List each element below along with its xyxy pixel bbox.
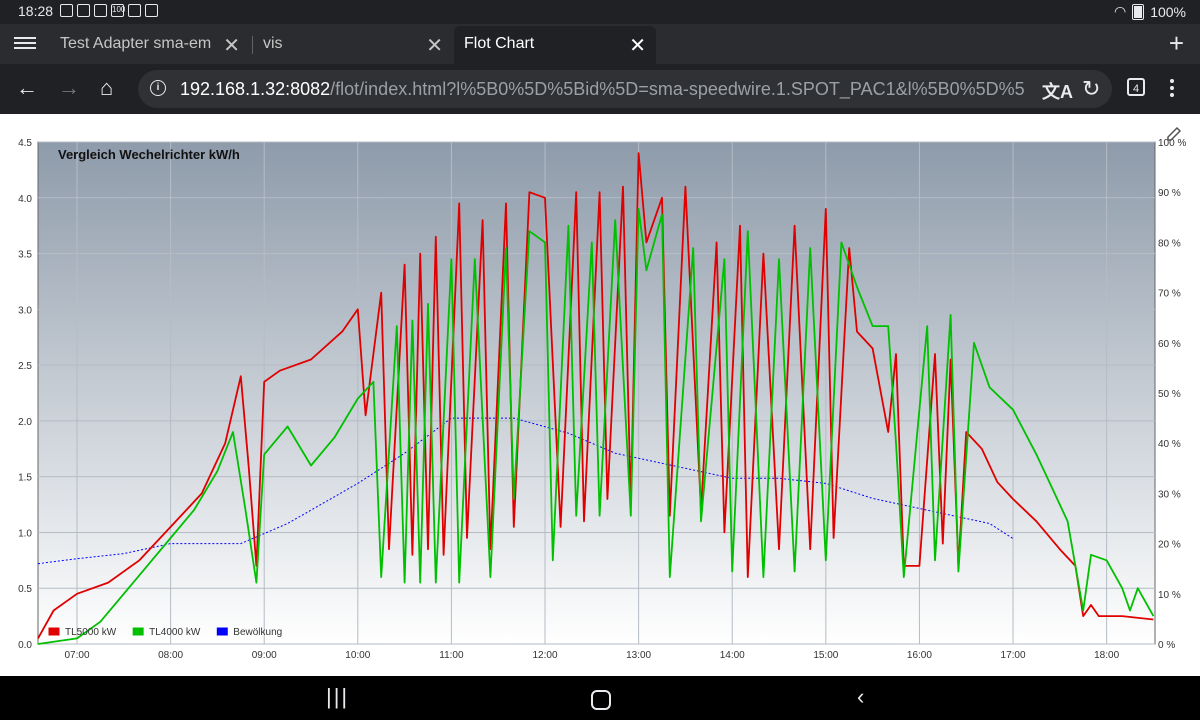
browser-toolbar: ← → ⌂ i 192.168.1.32:8082/flot/index.htm… — [0, 64, 1200, 114]
y2-tick-label: 40 % — [1158, 439, 1181, 450]
address-bar[interactable]: i 192.168.1.32:8082/flot/index.html?l%5B… — [138, 70, 1112, 108]
notification-icon — [77, 4, 90, 17]
status-time: 18:28 — [18, 3, 54, 19]
android-nav-bar: ||| ‹ — [0, 676, 1200, 720]
notification-icon: 100 — [111, 4, 125, 17]
back-nav-icon[interactable]: ‹ — [857, 684, 864, 710]
menu-icon[interactable] — [14, 34, 36, 54]
more-menu-icon[interactable] — [1170, 79, 1174, 100]
notification-icon — [60, 4, 73, 17]
back-icon[interactable]: ← — [16, 75, 38, 101]
tab-switcher-button[interactable]: 4 — [1127, 78, 1145, 96]
tab-label: Flot Chart — [464, 35, 535, 52]
x-tick-label: 15:00 — [813, 650, 838, 661]
y2-tick-label: 20 % — [1158, 540, 1181, 551]
left-axis: 0.0 0.5 1.0 1.5 2.0 2.5 3.0 3.5 4.0 4.5 — [18, 138, 32, 651]
y2-tick-label: 70 % — [1158, 289, 1181, 300]
y-tick-label: 2.5 — [18, 361, 32, 372]
y-tick-label: 2.0 — [18, 417, 32, 428]
tab-label: Test Adapter sma-em — [60, 35, 212, 52]
y2-tick-label: 30 % — [1158, 489, 1181, 500]
right-axis: 0 %10 %20 %30 %40 %50 %60 %70 %80 %90 %1… — [1158, 138, 1186, 651]
battery-percent: 100% — [1150, 3, 1186, 20]
x-tick-label: 07:00 — [64, 650, 89, 661]
y2-tick-label: 50 % — [1158, 389, 1181, 400]
legend-swatch — [47, 626, 61, 637]
wifi-icon: ◠ — [1113, 3, 1127, 19]
y-tick-label: 4.0 — [18, 194, 32, 205]
x-tick-label: 10:00 — [345, 650, 370, 661]
y2-tick-label: 10 % — [1158, 590, 1181, 601]
x-tick-label: 09:00 — [252, 650, 277, 661]
new-tab-icon[interactable]: + — [1169, 28, 1184, 59]
x-tick-label: 14:00 — [720, 650, 745, 661]
y2-tick-label: 0 % — [1158, 640, 1175, 651]
legend-swatch — [131, 626, 145, 637]
forward-icon[interactable]: → — [58, 75, 80, 101]
flot-chart: 0.0 0.5 1.0 1.5 2.0 2.5 3.0 3.5 4.0 4.5 0 % 10 % 20… — [18, 126, 1186, 661]
chart-title: Vergleich Wechelrichter kW/h — [58, 147, 240, 162]
close-icon[interactable]: ✕ — [426, 33, 443, 58]
battery-icon — [1132, 3, 1145, 20]
y-tick-label: 0.0 — [18, 640, 32, 651]
legend-label: TL5000 kW — [65, 627, 117, 638]
home-nav-icon[interactable] — [591, 690, 611, 710]
y2-tick-label: 60 % — [1158, 339, 1181, 350]
notification-icon — [128, 4, 141, 17]
url-text[interactable]: 192.168.1.32:8082/flot/index.html?l%5B0%… — [180, 79, 1032, 100]
x-axis: 07:00 08:00 09:00 10:00 11:00 12:00 13:00 14:00… — [64, 650, 1119, 661]
y2-tick-label: 90 % — [1158, 188, 1181, 199]
home-icon[interactable]: ⌂ — [100, 75, 113, 101]
legend-label: TL4000 kW — [149, 627, 201, 638]
x-tick-label: 17:00 — [1001, 650, 1026, 661]
x-tick-label: 13:00 — [626, 650, 651, 661]
x-tick-label: 11:00 — [439, 650, 464, 661]
y-tick-label: 1.0 — [18, 528, 32, 539]
notification-icons: 100 — [60, 4, 158, 17]
info-icon[interactable]: i — [150, 80, 166, 96]
x-tick-label: 16:00 — [907, 650, 932, 661]
status-bar: 18:28 100 ◠ 100% — [0, 0, 1200, 24]
recent-apps-icon[interactable]: ||| — [326, 684, 349, 710]
tab-flot-chart[interactable]: Flot Chart ✕ — [454, 26, 656, 64]
notification-icon — [94, 4, 107, 17]
chart-legend: TL5000 kW TL4000 kW Bewölkung — [47, 626, 282, 638]
tab-label: vis — [263, 35, 283, 52]
y-tick-label: 4.5 — [18, 138, 32, 149]
page-content: 0.0 0.5 1.0 1.5 2.0 2.5 3.0 3.5 4.0 4.5 0 % 10 % 20… — [0, 114, 1200, 676]
tab-vis[interactable]: vis ✕ — [253, 26, 453, 64]
y2-tick-label: 80 % — [1158, 238, 1181, 249]
y-tick-label: 3.0 — [18, 305, 32, 316]
x-tick-label: 08:00 — [158, 650, 183, 661]
legend-label: Bewölkung — [233, 627, 282, 638]
y-tick-label: 0.5 — [18, 584, 32, 595]
close-icon[interactable]: ✕ — [629, 33, 646, 58]
close-icon[interactable]: ✕ — [223, 33, 240, 58]
tab-test-adapter[interactable]: Test Adapter sma-em ✕ — [50, 26, 250, 64]
y-tick-label: 3.5 — [18, 250, 32, 261]
reload-icon[interactable]: ↻ — [1082, 76, 1100, 102]
x-tick-label: 12:00 — [533, 650, 558, 661]
notification-icon — [145, 4, 158, 17]
x-tick-label: 18:00 — [1094, 650, 1119, 661]
translate-icon[interactable]: 文A — [1042, 78, 1073, 104]
tab-bar: Test Adapter sma-em ✕ vis ✕ Flot Chart ✕… — [0, 24, 1200, 64]
legend-swatch — [215, 626, 229, 637]
y-tick-label: 1.5 — [18, 473, 32, 484]
